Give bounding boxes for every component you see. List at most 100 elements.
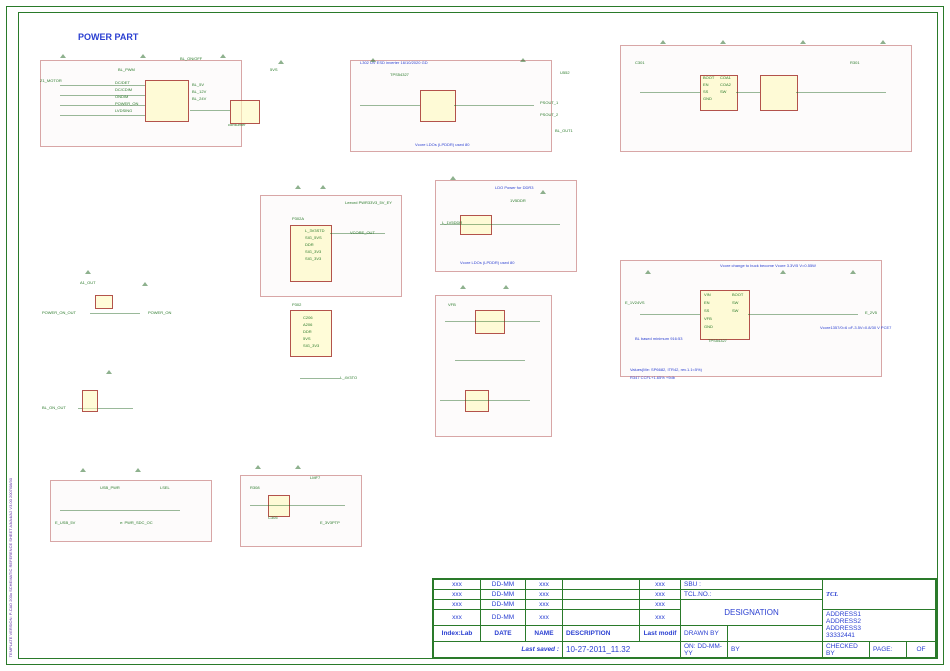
sig-label: LMF7 [310,475,320,480]
cell: xxx [526,600,563,610]
sig-label: BL_5V [192,82,204,87]
wire [640,92,700,93]
cell: xxx [640,610,681,626]
note-text: Vcore LDOs (LPDDR) used 80 [460,260,514,265]
sig-label: A1_OUT [80,280,96,285]
sig-label: SS [704,308,709,313]
sig-label: SIG_3V3 [303,343,319,348]
addr-line: ADDRESS3 [826,625,932,632]
pwr-arrow-icon [540,190,546,194]
title-block: xxx DD-MM xxx xxx SBU : TCL xxx DD-MM xx… [432,578,937,658]
sig-label: SW [732,300,738,305]
cell: xxx [526,580,563,590]
sig-label: L_4V3TO [340,375,357,380]
wire [190,110,230,111]
page-label: PAGE: [870,641,907,658]
cell [728,625,823,641]
cluster-power-in [40,60,242,147]
sig-label: VFB [704,316,712,321]
sig-label: GND [703,96,712,101]
ic-opamp [475,310,505,334]
pwr-arrow-icon [85,270,91,274]
pwr-arrow-icon [660,40,666,44]
sig-label: Leeord PWR33V3_5V_EY [345,200,392,205]
sig-label: 5VS [270,67,278,72]
sig-label: A206 [303,322,312,327]
cell: xxx [526,610,563,626]
sig-label: SW [720,89,726,94]
on-text: ON: [684,643,696,650]
sig-label: E_USB_5V [55,520,75,525]
cell: DD-MM [481,610,526,626]
sig-label: DDR [305,242,314,247]
sig-label: BL_24V [192,96,206,101]
cell: xxx [640,590,681,600]
template-version-text: TEMPLATE VERSION: P-CAD 200x SCHEMATIC R… [8,478,13,657]
cell: xxx [434,600,481,610]
wire [360,105,420,106]
pwr-arrow-icon [645,270,651,274]
ic-small [465,390,489,412]
sig-label: BOOT [732,292,743,297]
sig-label: C206 [303,315,313,320]
addr-line: ADDRESS2 [826,618,932,625]
cell: DATE [481,625,526,641]
drawn-label: DRAWN BY [681,625,728,641]
lastsaved-value: 10-27-2011_11.32 [563,641,681,658]
sig-label: BL_12V [192,89,206,94]
ic-tps54327 [700,290,750,340]
pwr-arrow-icon [80,468,86,472]
sig-label: COA1 [720,75,731,80]
sig-label: TPS54327 [708,338,727,343]
pwr-arrow-icon [140,54,146,58]
pwr-arrow-icon [720,40,726,44]
pwr-arrow-icon [503,285,509,289]
wire [796,92,886,93]
note-text: BL based minimum 916:53 [635,336,682,341]
sig-label: consumer [228,122,246,127]
pwr-arrow-icon [60,54,66,58]
pwr-arrow-icon [106,370,112,374]
title-block-table: xxx DD-MM xxx xxx SBU : TCL xxx DD-MM xx… [433,579,936,659]
wire [440,400,530,401]
sig-label: TPS54327 [390,72,409,77]
sig-label: EN [704,300,710,305]
sig-label: LVDSING [115,108,132,113]
cell: xxx [434,590,481,600]
sig-label: R308 [250,485,260,490]
wire [90,313,140,314]
sig-label: P302A [292,216,304,221]
sig-label: DC/DET [115,80,130,85]
sig-label: VIN [704,292,711,297]
sig-label: SIG_3V3 [305,249,321,254]
pwr-arrow-icon [135,468,141,472]
sig-label: R301 [850,60,860,65]
sig-label: SS [703,89,708,94]
pwr-arrow-icon [450,176,456,180]
wire [300,378,340,379]
note-text: Values(Me: SP6682, ITR42, rev.1.1<5%) [630,367,702,372]
cell: DD-MM [481,590,526,600]
sig-label: L_1V5DDR [442,220,462,225]
sig-label: ONDIM [115,94,128,99]
by-label: BY [728,641,823,658]
lastsaved-label: Last saved : [434,641,563,658]
sig-label: E_3V3PTP [320,520,340,525]
address-block: ADDRESS1 ADDRESS2 ADDRESS3 33332441 [823,610,936,642]
sig-label: POWER_ON_OUT [42,310,76,315]
pwr-arrow-icon [142,282,148,286]
pwr-arrow-icon [780,270,786,274]
sig-label: SIG_5VS [305,235,322,240]
pwr-arrow-icon [850,270,856,274]
sig-label: USB_PWR [100,485,120,490]
schematic-canvas: BL_PWM DC/DET DC/CDIM ONDIM POWER_ON LVD… [20,20,936,581]
cell: xxx [640,600,681,610]
ic-power-connector [145,80,189,122]
wire [60,95,145,96]
wire [445,321,540,322]
ic-ldo [420,90,456,122]
sig-label: DC/CDIM [115,87,132,92]
sig-label: PSOUT_1 [540,100,558,105]
sig-label: 1V5DDR [510,198,526,203]
pwr-arrow-icon [460,285,466,289]
